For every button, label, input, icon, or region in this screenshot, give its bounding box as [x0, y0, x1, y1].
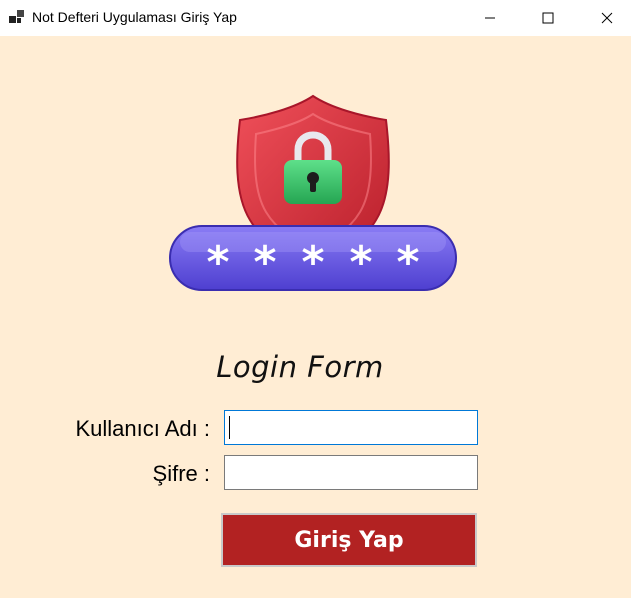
username-input[interactable]	[224, 410, 478, 445]
password-mask-char: *	[253, 237, 276, 288]
shield-lock-password-icon: * * * * *	[169, 94, 457, 291]
form-title: Login Form	[216, 350, 384, 384]
password-mask-char: *	[396, 237, 419, 288]
window-title: Not Defteri Uygulaması Giriş Yap	[32, 9, 237, 25]
password-mask-char: *	[206, 237, 229, 288]
username-label: Kullanıcı Adı :	[75, 416, 210, 441]
minimize-button[interactable]	[460, 0, 520, 36]
app-icon	[9, 10, 24, 23]
password-mask-char: *	[301, 237, 324, 288]
text-caret	[229, 416, 230, 439]
close-button[interactable]	[577, 0, 631, 36]
login-form-window: * * * * * Login Form Kullanıcı Adı : Şif…	[0, 36, 631, 598]
password-mask-char: *	[349, 237, 372, 288]
maximize-icon	[542, 12, 554, 24]
password-input[interactable]	[224, 455, 478, 490]
minimize-icon	[485, 17, 495, 19]
maximize-button[interactable]	[518, 0, 578, 36]
login-button[interactable]: Giriş Yap	[221, 513, 477, 567]
close-icon	[601, 12, 613, 24]
title-bar: Not Defteri Uygulaması Giriş Yap	[0, 0, 631, 36]
password-label: Şifre :	[152, 461, 210, 486]
